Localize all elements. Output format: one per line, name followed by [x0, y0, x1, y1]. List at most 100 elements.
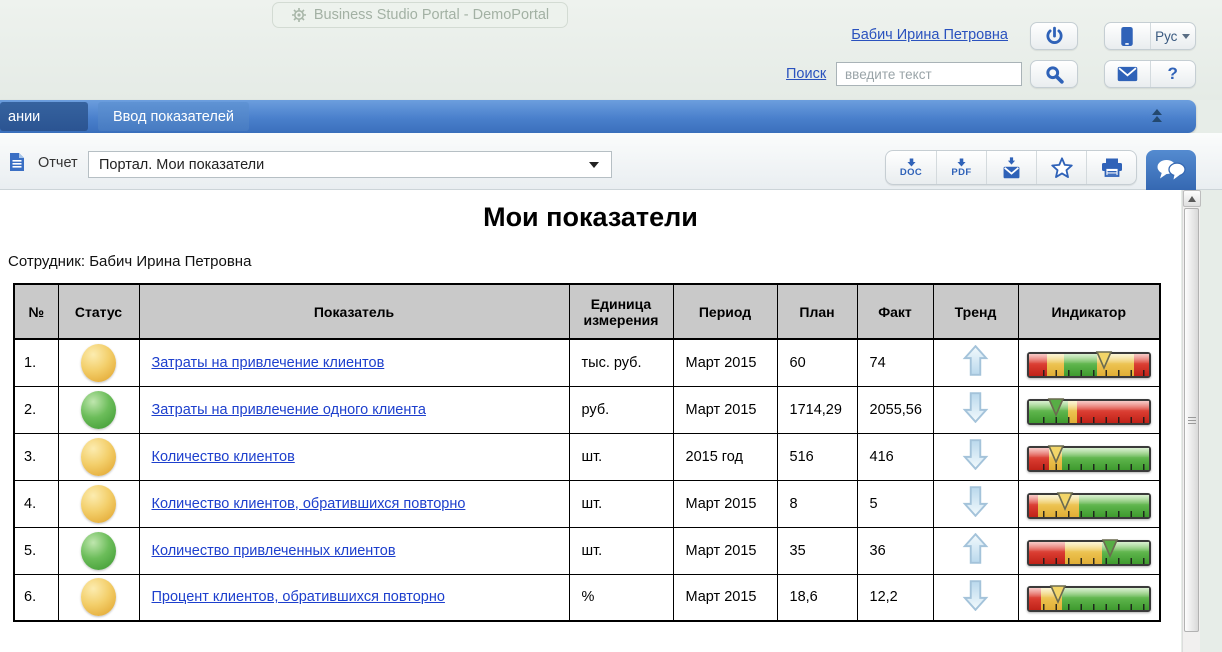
row-number: 3.: [14, 433, 58, 480]
trend-cell: [933, 433, 1018, 480]
fact-cell: 5: [857, 480, 933, 527]
row-number: 2.: [14, 386, 58, 433]
col-number: №: [14, 284, 58, 339]
fact-cell: 416: [857, 433, 933, 480]
indicator-link[interactable]: Процент клиентов, обратившихся повторно: [152, 589, 445, 605]
collapse-menu-icon[interactable]: [1152, 108, 1162, 123]
export-doc-button[interactable]: DOC: [886, 151, 936, 184]
period-cell: Март 2015: [673, 480, 777, 527]
gauge-segment-red: [1134, 354, 1148, 376]
gauge-segment-green: [1062, 588, 1148, 610]
mobile-version-button[interactable]: [1105, 23, 1150, 49]
user-profile-link[interactable]: Бабич Ирина Петровна: [851, 27, 1008, 43]
messages-button[interactable]: [1105, 61, 1150, 87]
fact-cell: 2055,56: [857, 386, 933, 433]
unit-cell: шт.: [569, 433, 673, 480]
window-title: Business Studio Portal - DemoPortal: [314, 7, 549, 23]
main-menu-bar: ании Ввод показателей: [0, 100, 1196, 133]
indicator-name-cell: Затраты на привлечение клиентов: [139, 339, 569, 386]
download-arrow-icon: [1006, 157, 1017, 165]
status-cell: [58, 480, 139, 527]
indicator-gauge: [1027, 446, 1151, 472]
print-button[interactable]: [1086, 151, 1136, 184]
search-input[interactable]: [836, 62, 1022, 86]
gauge-segment-red: [1029, 542, 1065, 564]
table-row: 4. Количество клиентов, обратившихся повт…: [14, 480, 1160, 527]
trend-cell: [933, 386, 1018, 433]
mobile-phone-icon: [1119, 26, 1135, 47]
plan-cell: 60: [777, 339, 857, 386]
chevron-down-icon: [1182, 34, 1190, 43]
indicator-gauge: [1027, 586, 1151, 612]
language-selector[interactable]: Рус: [1150, 23, 1196, 49]
row-number: 4.: [14, 480, 58, 527]
favorite-button[interactable]: [1036, 151, 1086, 184]
plan-cell: 8: [777, 480, 857, 527]
plan-cell: 35: [777, 527, 857, 574]
table-body: 1. Затраты на привлечение клиентов тыс. ру…: [14, 339, 1160, 621]
page-title: Мои показатели: [0, 190, 1181, 233]
gauge-pointer-icon: [1049, 585, 1067, 604]
row-number: 1.: [14, 339, 58, 386]
status-cell: [58, 433, 139, 480]
trend-cell: [933, 574, 1018, 621]
report-label: Отчет: [38, 155, 78, 171]
scrollbar-thumb[interactable]: [1184, 208, 1199, 632]
report-select-value: Портал. Мои показатели: [99, 157, 264, 173]
indicator-link[interactable]: Затраты на привлечение клиентов: [152, 355, 385, 371]
logout-button[interactable]: [1030, 22, 1078, 50]
indicator-name-cell: Количество клиентов: [139, 433, 569, 480]
indicator-name-cell: Затраты на привлечение одного клиента: [139, 386, 569, 433]
report-select[interactable]: Портал. Мои показатели: [88, 151, 612, 178]
search-icon: [1044, 64, 1065, 85]
trend-down-icon: [962, 486, 989, 517]
gauge-segment-green: [1079, 495, 1149, 517]
indicator-link[interactable]: Количество клиентов, обратившихся повтор…: [152, 496, 466, 512]
indicator-link[interactable]: Количество привлеченных клиентов: [152, 543, 396, 559]
export-button-group: DOC PDF: [885, 150, 1137, 185]
vertical-scrollbar: [1182, 190, 1200, 652]
table-header-row: № Статус Показатель Единица измерения Пе…: [14, 284, 1160, 339]
indicator-gauge: [1027, 493, 1151, 519]
col-status: Статус: [58, 284, 139, 339]
col-period: Период: [673, 284, 777, 339]
triangle-up-icon: [1188, 196, 1196, 202]
gauge-segment-red: [1077, 401, 1149, 423]
indicator-link[interactable]: Количество клиентов: [152, 449, 295, 465]
send-report-button[interactable]: [986, 151, 1036, 184]
mail-icon: [1002, 166, 1021, 179]
gauge-segment-red: [1029, 495, 1039, 517]
unit-cell: руб.: [569, 386, 673, 433]
nav-tab-indicators-input[interactable]: Ввод показателей: [98, 102, 249, 131]
indicator-cell: [1018, 527, 1160, 574]
unit-cell: шт.: [569, 527, 673, 574]
trend-down-icon: [962, 439, 989, 470]
scroll-up-button[interactable]: [1183, 190, 1201, 207]
trend-cell: [933, 527, 1018, 574]
indicator-link[interactable]: Затраты на привлечение одного клиента: [152, 402, 426, 418]
search-button[interactable]: [1030, 60, 1078, 88]
gauge-segment-red: [1029, 588, 1041, 610]
plan-cell: 1714,29: [777, 386, 857, 433]
export-pdf-button[interactable]: PDF: [936, 151, 986, 184]
help-button[interactable]: ?: [1150, 61, 1196, 87]
report-document-icon: [9, 152, 25, 172]
unit-cell: тыс. руб.: [569, 339, 673, 386]
select-caret-icon: [589, 162, 599, 173]
status-light-green: [81, 391, 116, 429]
report-content: Мои показатели Сотрудник: Бабич Ирина Пе…: [0, 190, 1181, 652]
indicator-cell: [1018, 339, 1160, 386]
indicator-cell: [1018, 574, 1160, 621]
status-cell: [58, 527, 139, 574]
indicator-gauge: [1027, 399, 1151, 425]
status-cell: [58, 574, 139, 621]
row-number: 5.: [14, 527, 58, 574]
nav-tab-partial[interactable]: ании: [0, 102, 88, 131]
col-indicator: Показатель: [139, 284, 569, 339]
gauge-segment-green: [1064, 354, 1098, 376]
window-title-tab: Business Studio Portal - DemoPortal: [272, 2, 568, 28]
search-link[interactable]: Поиск: [786, 66, 826, 82]
trend-cell: [933, 339, 1018, 386]
comments-button[interactable]: [1146, 150, 1196, 190]
gauge-segment-green: [1062, 448, 1148, 470]
